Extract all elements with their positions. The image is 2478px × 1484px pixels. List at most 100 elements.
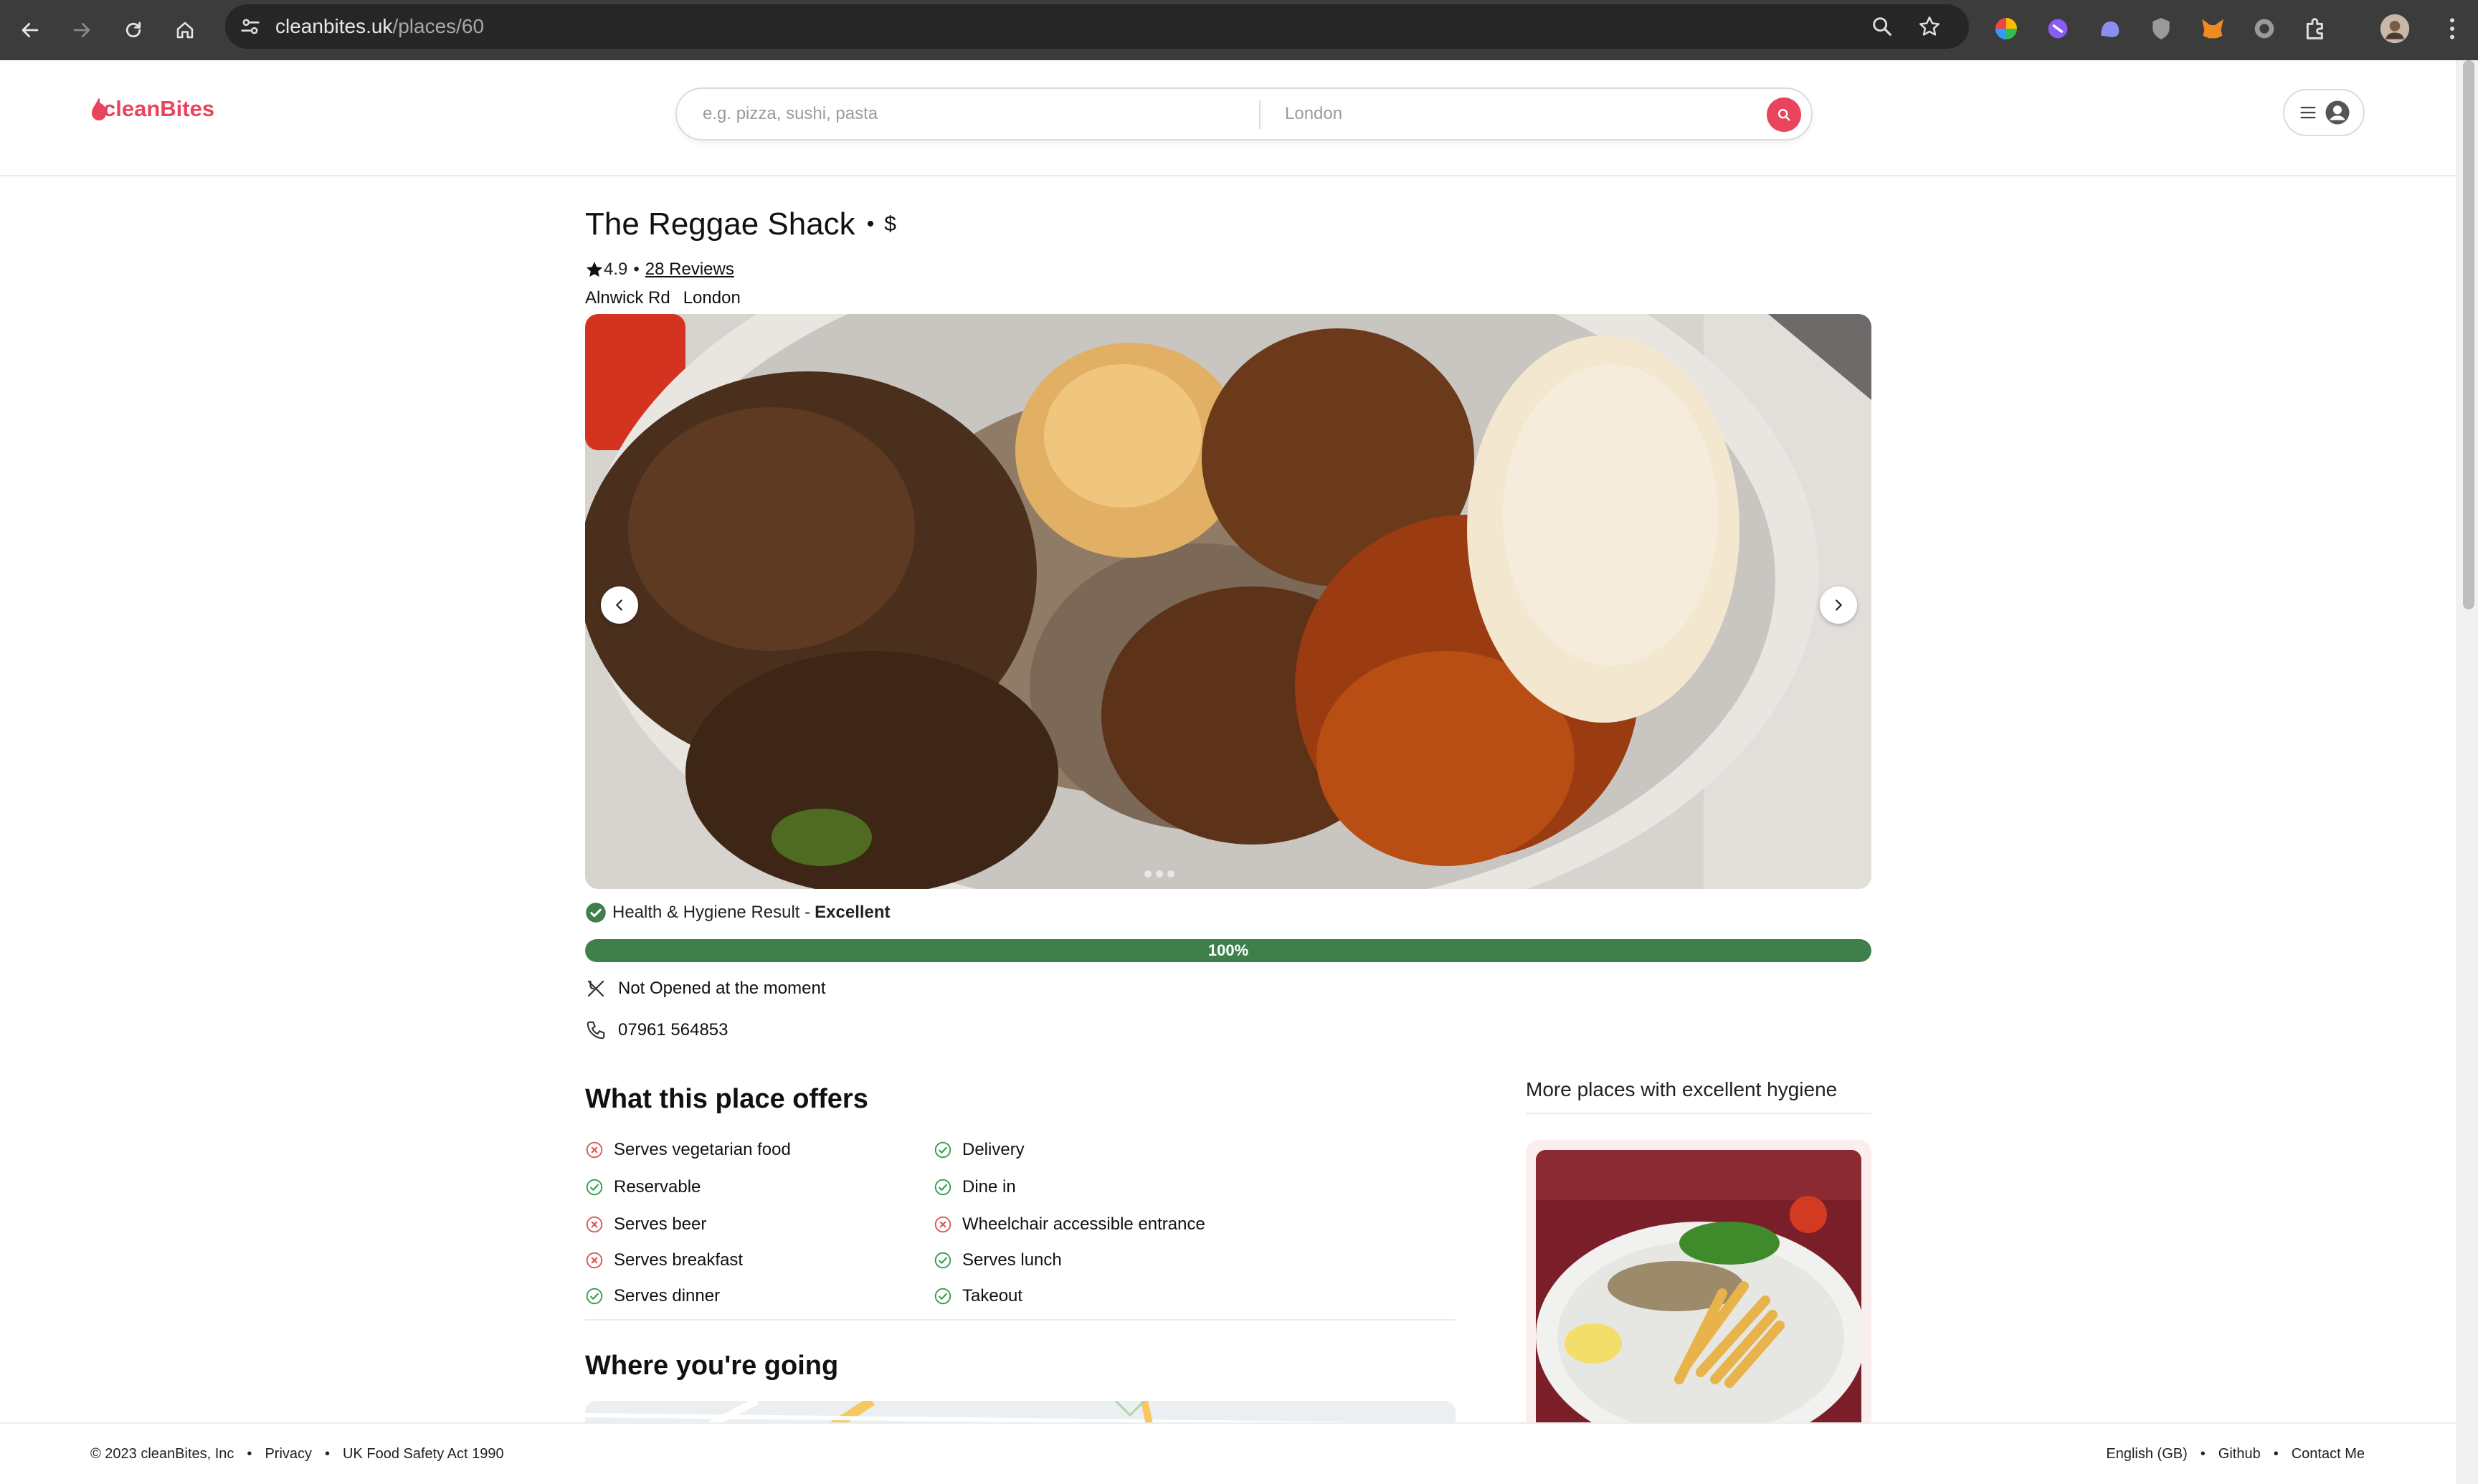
offer-label: Wheelchair accessible entrance: [962, 1214, 1205, 1234]
sidebar-divider: [1526, 1113, 1871, 1114]
forward-icon[interactable]: [62, 10, 102, 50]
home-icon[interactable]: [165, 10, 205, 50]
footer-food-safety-link[interactable]: UK Food Safety Act 1990: [343, 1424, 504, 1484]
street: Alnwick Rd: [585, 288, 670, 308]
offer-label: Serves lunch: [962, 1250, 1062, 1270]
search-divider: [1259, 100, 1261, 129]
check-circle-icon: [934, 1141, 951, 1159]
check-circle-icon: [586, 1179, 603, 1196]
offer-label: Serves dinner: [614, 1286, 721, 1305]
city: London: [683, 288, 741, 308]
carousel-next-button[interactable]: [1820, 586, 1857, 624]
x-circle-icon: [586, 1252, 603, 1269]
phone-row: 07961 564853: [585, 1019, 728, 1041]
metamask-fox-icon[interactable]: [2198, 14, 2227, 43]
carousel-dot[interactable]: [1144, 870, 1152, 877]
offer-item: Wheelchair accessible entrance: [934, 1214, 1205, 1235]
search-icon: [1777, 108, 1790, 121]
food-photo: [585, 314, 1871, 889]
search-button[interactable]: [1767, 97, 1801, 132]
check-circle-icon: [934, 1179, 951, 1196]
phone-icon: [587, 1021, 605, 1040]
bookmark-star-icon[interactable]: [1917, 14, 1942, 39]
site-settings-icon[interactable]: [238, 14, 262, 39]
opening-status: Not Opened at the moment: [585, 978, 826, 999]
chevron-left-icon: [616, 599, 622, 611]
footer-github-link[interactable]: Github: [2218, 1424, 2261, 1484]
check-circle-icon: [934, 1252, 951, 1269]
footer-separator: •: [247, 1446, 252, 1462]
extensions-puzzle-icon[interactable]: [2302, 14, 2330, 43]
browser-toolbar: cleanbites.uk/places/60: [0, 0, 2478, 60]
hamburger-menu-icon: [2300, 106, 2315, 119]
site-footer: © 2023 cleanBites, Inc • Privacy • UK Fo…: [0, 1422, 2456, 1484]
location-search-input[interactable]: London: [1285, 89, 1342, 139]
offer-item: Takeout: [934, 1286, 1022, 1306]
section-divider: [585, 1319, 1456, 1321]
offer-label: Reservable: [614, 1177, 701, 1197]
logo-text: cleanBites: [103, 96, 215, 121]
offer-item: Serves dinner: [585, 1286, 720, 1306]
site-header: cleanBites e.g. pizza, sushi, pasta Lond…: [0, 60, 2456, 176]
more-places-heading: More places with excellent hygiene: [1526, 1078, 1838, 1100]
hygiene-progress-fill: 100%: [585, 939, 1871, 962]
offer-label: Serves vegetarian food: [614, 1140, 791, 1159]
carousel-dot[interactable]: [1167, 870, 1174, 877]
offer-label: Delivery: [962, 1140, 1025, 1159]
footer-separator: •: [2273, 1446, 2279, 1462]
price-level: $: [884, 212, 896, 236]
url-text: cleanbites.uk/places/60: [275, 4, 484, 49]
zoom-icon[interactable]: [1870, 14, 1894, 39]
ghost-extension-icon[interactable]: [2095, 14, 2124, 43]
recommended-place-photo: [1536, 1150, 1861, 1434]
reviews-link[interactable]: 28 Reviews: [645, 260, 734, 280]
hygiene-result: Health & Hygiene Result - Excellent: [585, 902, 891, 923]
hygiene-value: Excellent: [815, 903, 891, 922]
site-logo[interactable]: cleanBites: [90, 95, 214, 123]
back-icon[interactable]: [10, 10, 50, 50]
x-circle-icon: [934, 1216, 951, 1233]
offer-item: Serves lunch: [934, 1250, 1062, 1270]
color-picker-extension-icon[interactable]: [1992, 14, 2021, 43]
offer-item: Delivery: [934, 1140, 1025, 1160]
cuisine-search-input[interactable]: e.g. pizza, sushi, pasta: [703, 89, 878, 139]
offer-label: Serves breakfast: [614, 1250, 744, 1270]
check-circle-icon: [586, 1288, 603, 1305]
offer-label: Dine in: [962, 1177, 1016, 1197]
user-menu-button[interactable]: [2283, 89, 2365, 136]
x-circle-icon: [586, 1216, 603, 1233]
footer-language-link[interactable]: English (GB): [2106, 1424, 2187, 1484]
offer-item: Reservable: [585, 1177, 701, 1197]
shield-extension-icon[interactable]: [2147, 14, 2175, 43]
place-title: The Reggae Shack • $: [585, 206, 896, 242]
address-bar[interactable]: cleanbites.uk/places/60: [225, 4, 1969, 49]
footer-separator: •: [325, 1446, 331, 1462]
status-text: Not Opened at the moment: [618, 979, 826, 998]
rating-separator: •: [633, 260, 640, 279]
check-circle-icon: [934, 1288, 951, 1305]
scrollbar-thumb[interactable]: [2463, 60, 2474, 609]
place-photo-carousel[interactable]: [585, 314, 1871, 889]
footer-copyright: © 2023 cleanBites, Inc: [90, 1446, 234, 1462]
check-badge-icon: [586, 903, 606, 923]
carousel-dot[interactable]: [1156, 870, 1163, 877]
offers-heading: What this place offers: [585, 1084, 868, 1114]
page-scrollbar[interactable]: [2456, 60, 2478, 1484]
offer-item: Serves beer: [585, 1214, 706, 1235]
purple-extension-icon[interactable]: [2043, 14, 2072, 43]
profile-avatar[interactable]: [2379, 13, 2411, 44]
recommended-place-card[interactable]: [1526, 1140, 1871, 1434]
footer-privacy-link[interactable]: Privacy: [265, 1424, 312, 1484]
place-address: Alnwick Rd London: [585, 288, 741, 308]
browser-menu-icon[interactable]: [2438, 14, 2467, 43]
offer-item: Dine in: [934, 1177, 1016, 1197]
footer-contact-link[interactable]: Contact Me: [2292, 1424, 2365, 1484]
user-avatar-icon: [2325, 100, 2349, 125]
reload-icon[interactable]: [113, 10, 153, 50]
chevron-right-icon: [1836, 599, 1842, 611]
footer-separator: •: [2200, 1446, 2206, 1462]
circle-extension-icon[interactable]: [2250, 14, 2279, 43]
carousel-prev-button[interactable]: [601, 586, 638, 624]
star-icon: [586, 262, 603, 277]
phone-number[interactable]: 07961 564853: [618, 1020, 728, 1040]
